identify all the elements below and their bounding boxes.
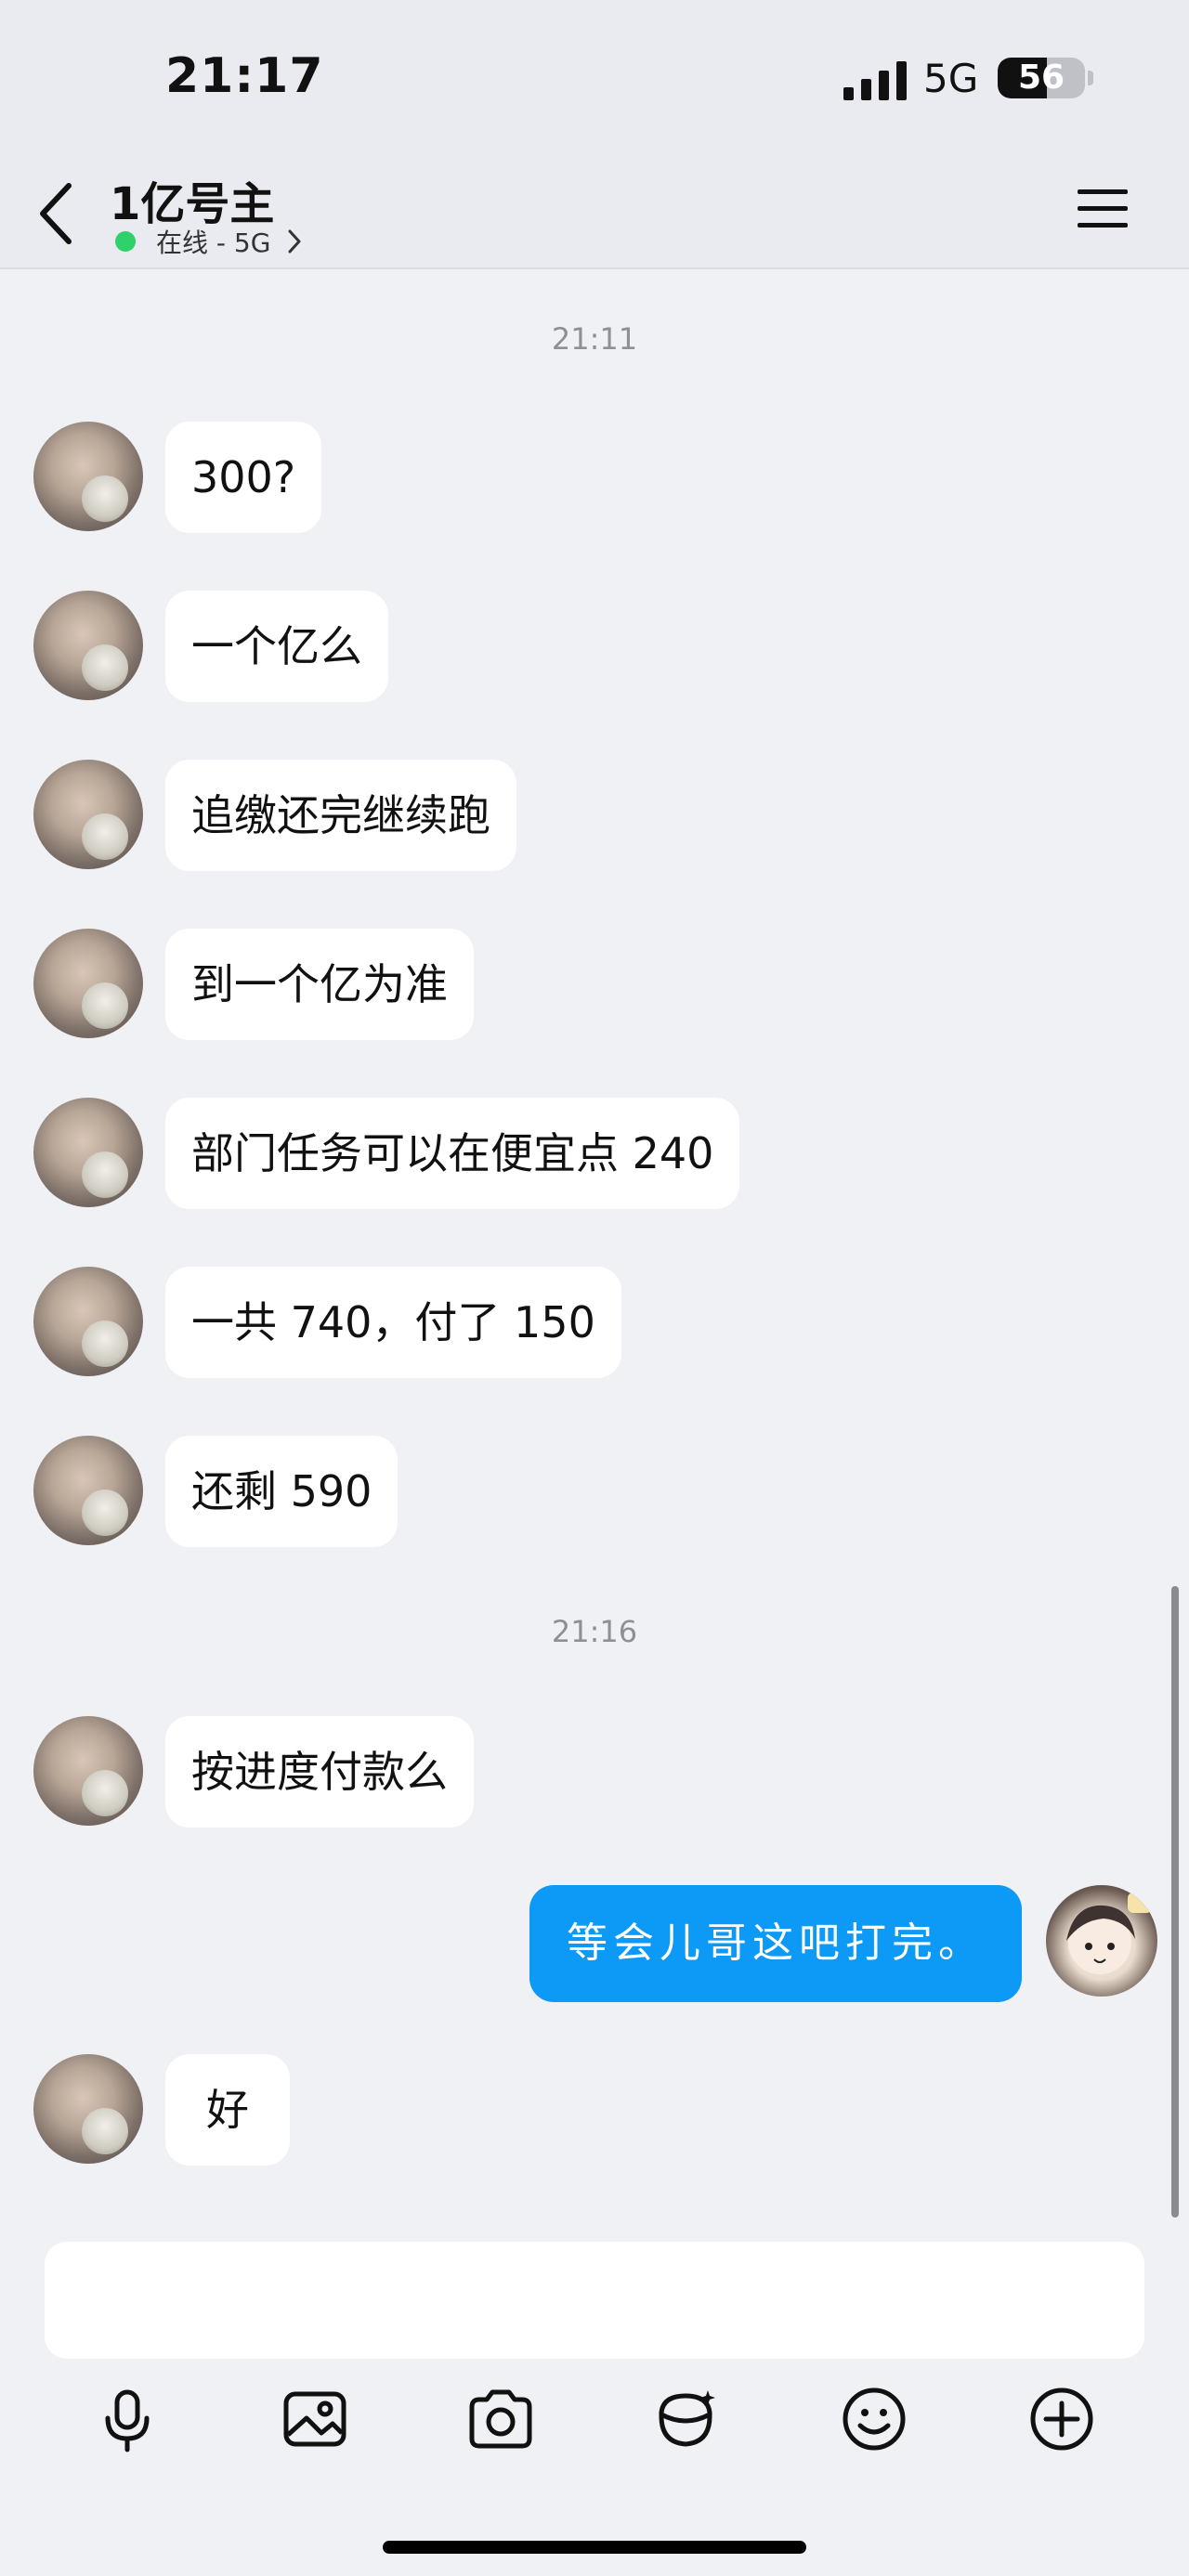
time-label: 21:11	[551, 321, 638, 357]
avatar[interactable]	[33, 760, 143, 869]
microphone-icon[interactable]	[93, 2385, 162, 2453]
red-packet-icon[interactable]	[652, 2385, 721, 2453]
battery-nub	[1088, 71, 1093, 85]
message-bubble[interactable]: 还剩 590	[165, 1436, 399, 1547]
message-bubble[interactable]: 好	[165, 2054, 290, 2166]
message-bubble[interactable]: 到一个亿为准	[165, 929, 474, 1040]
avatar[interactable]	[33, 929, 143, 1038]
message-bubble[interactable]: 300?	[165, 422, 322, 533]
scrollbar[interactable]	[1171, 1586, 1179, 2218]
signal-icon	[843, 61, 907, 100]
camera-icon[interactable]	[466, 2385, 535, 2453]
avatar[interactable]	[33, 1098, 143, 1207]
status-bar: 21:17 5G 56	[0, 0, 1189, 158]
avatar[interactable]	[33, 1436, 143, 1545]
battery-icon: 56	[998, 58, 1085, 98]
message-bubble[interactable]: 一共 740，付了 150	[165, 1267, 621, 1378]
message-bubble[interactable]: 一个亿么	[165, 591, 388, 702]
message-bubble[interactable]: 追缴还完继续跑	[165, 760, 516, 871]
message-row: 到一个亿为准	[0, 929, 1189, 1040]
chevron-right-icon	[288, 229, 301, 254]
menu-icon[interactable]	[1076, 186, 1130, 232]
avatar[interactable]	[33, 591, 143, 700]
message-bubble[interactable]: 部门任务可以在便宜点 240	[165, 1098, 740, 1209]
online-status-text: 在线 - 5G	[156, 228, 271, 258]
message-row: 按进度付款么	[0, 1716, 1189, 1828]
avatar[interactable]	[33, 1267, 143, 1376]
battery-level: 56	[1017, 59, 1065, 97]
message-row: 还剩 590	[0, 1436, 1189, 1547]
online-status[interactable]: 在线 - 5G	[115, 223, 304, 260]
message-row: 好	[0, 2054, 1189, 2166]
time-label: 21:16	[551, 1614, 638, 1649]
image-icon[interactable]	[281, 2385, 349, 2453]
message-row: 一共 740，付了 150	[0, 1267, 1189, 1378]
message-row: 300?	[0, 422, 1189, 533]
network-type: 5G	[923, 56, 979, 101]
status-time: 21:17	[165, 48, 324, 104]
online-dot-icon	[115, 231, 136, 252]
avatar[interactable]	[33, 1716, 143, 1826]
message-bubble[interactable]: 按进度付款么	[165, 1716, 474, 1828]
emoji-icon[interactable]	[840, 2385, 908, 2453]
plus-icon[interactable]	[1027, 2385, 1096, 2453]
self-message-bubble[interactable]: 等会儿哥这吧打完。	[529, 1885, 1022, 2002]
back-icon[interactable]	[33, 175, 84, 249]
avatar[interactable]	[33, 422, 143, 531]
anime-avatar-icon	[1066, 1893, 1152, 1974]
chat-screen: 21:17 5G 56 1亿号主 在线 - 5G 21:11 300? 一个亿么…	[0, 0, 1189, 2576]
avatar[interactable]	[33, 2054, 143, 2164]
input-area	[0, 2219, 1189, 2576]
message-row: 部门任务可以在便宜点 240	[0, 1098, 1189, 1209]
home-indicator[interactable]	[383, 2541, 806, 2554]
self-message-row: 等会儿哥这吧打完。	[0, 1885, 1189, 2002]
message-row: 追缴还完继续跑	[0, 760, 1189, 871]
self-avatar[interactable]	[1046, 1885, 1157, 1997]
chat-header: 1亿号主 在线 - 5G	[0, 158, 1189, 269]
message-row: 一个亿么	[0, 591, 1189, 702]
message-input[interactable]	[45, 2242, 1144, 2359]
